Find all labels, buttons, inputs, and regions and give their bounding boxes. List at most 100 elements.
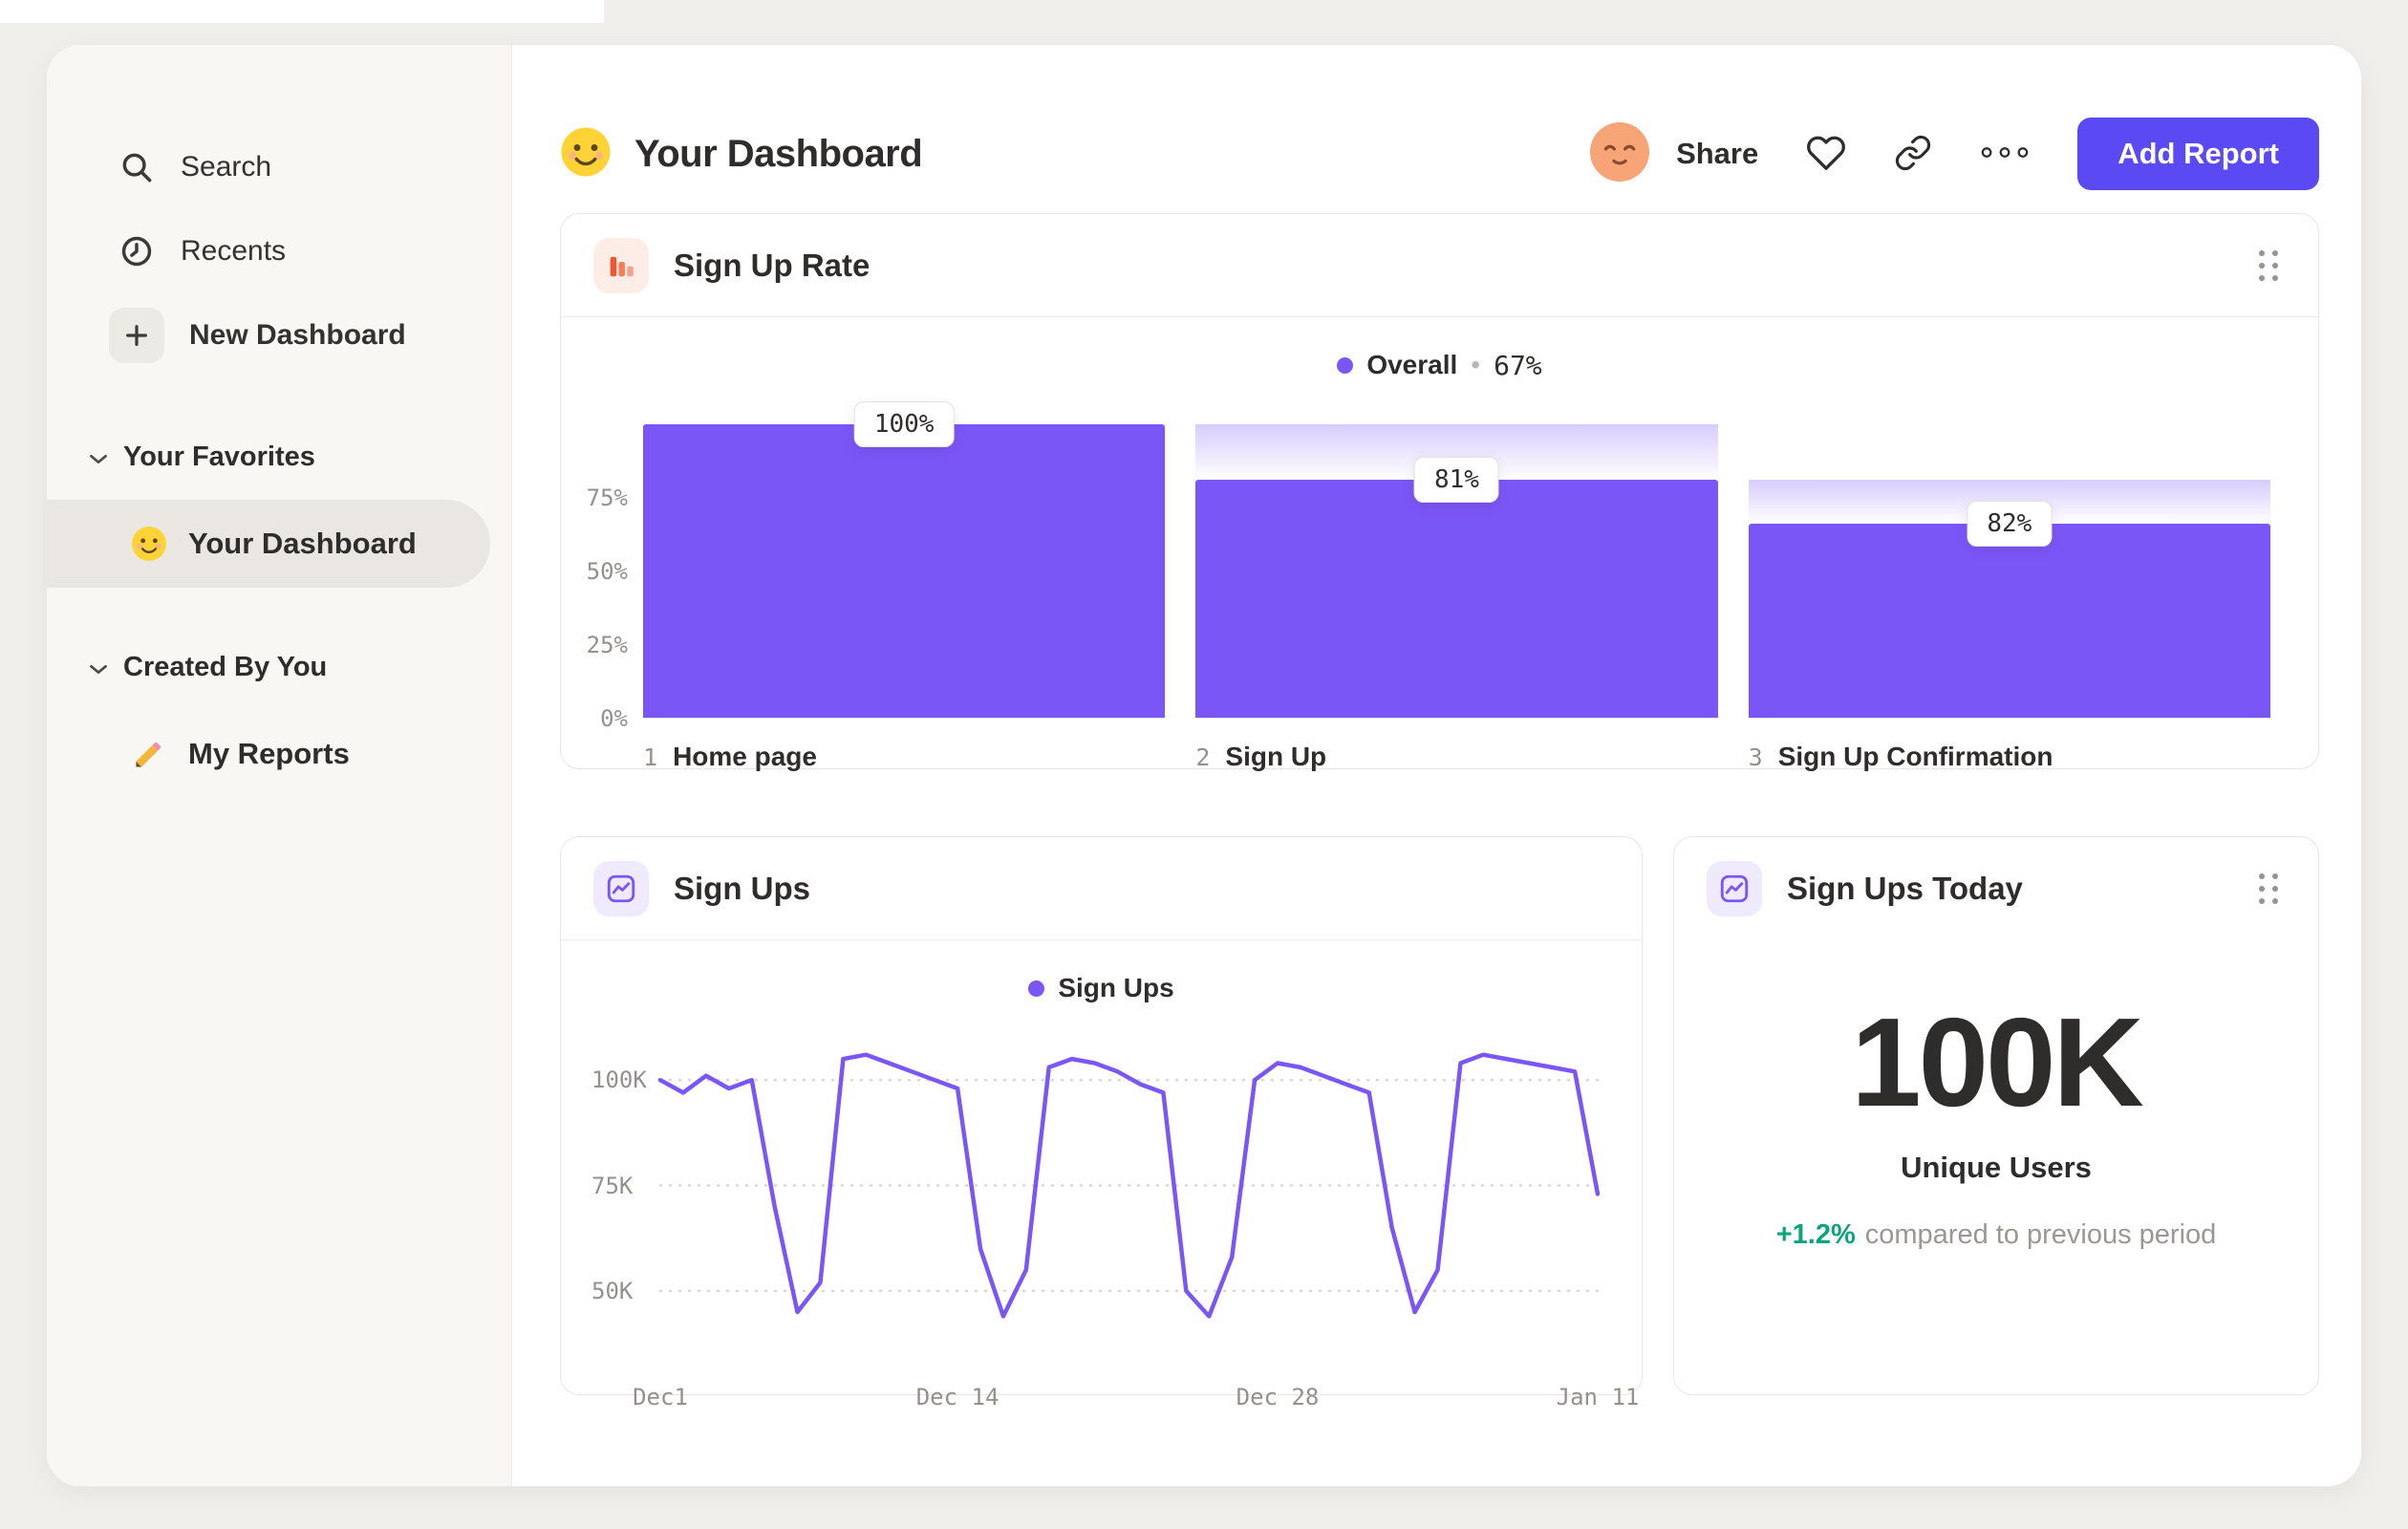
created-by-you-section-header[interactable]: Created By You <box>47 641 511 693</box>
step-index: 2 <box>1195 743 1211 771</box>
sign-ups-card-header: Sign Ups <box>561 837 1642 940</box>
line-chart-x-tick: Dec1 <box>633 1384 688 1411</box>
more-options-button[interactable] <box>1980 145 2030 162</box>
funnel-bar <box>643 424 1166 718</box>
dashboard-header: Your Dashboard Share Add Report <box>560 114 2319 194</box>
sidebar-item-my-reports[interactable]: My Reports <box>47 710 511 798</box>
sidebar-item-your-dashboard[interactable]: Your Dashboard <box>47 500 490 588</box>
share-label: Share <box>1676 137 1759 170</box>
kpi-delta: +1.2% compared to previous period <box>1674 1219 2318 1251</box>
link-icon <box>1894 134 1932 175</box>
chevron-down-icon <box>89 652 108 683</box>
sidebar-item-label: New Dashboard <box>189 319 406 351</box>
funnel-legend[interactable]: Overall • 67% <box>561 349 2318 381</box>
card-title: Sign Up Rate <box>674 247 871 283</box>
pencil-icon <box>131 736 167 772</box>
search-icon <box>118 148 156 186</box>
kpi-delta-note: compared to previous period <box>1864 1219 2217 1250</box>
window-edge-artifact <box>0 0 604 23</box>
drag-handle-icon[interactable] <box>2251 243 2286 289</box>
sidebar-section-favorites: Your Favorites Your Dashboard <box>47 431 511 588</box>
legend-label: Overall <box>1366 350 1458 379</box>
legend-dot <box>1337 356 1354 374</box>
step-index: 1 <box>643 743 658 771</box>
conversion-tooltip: 100% <box>853 401 955 447</box>
line-chart-x-tick: Dec 14 <box>915 1384 1000 1411</box>
sidebar-section-created-by-you: Created By You My Reports <box>47 641 511 798</box>
funnel-bar-step-2[interactable]: 81% <box>1195 424 1718 719</box>
plus-icon <box>109 308 164 363</box>
share-button[interactable]: Share <box>1590 121 1759 186</box>
main-content: Your Dashboard Share Add Report Sign Up … <box>512 45 2361 1486</box>
funnel-step-labels: 1 Home page 2 Sign Up 3 Sign Up Confirmation <box>643 742 2270 772</box>
conversion-tooltip: 82% <box>1967 501 2053 548</box>
legend-label: Sign Ups <box>1058 973 1174 1002</box>
funnel-y-tick: 0% <box>600 705 628 732</box>
line-chart-y-tick: 50K <box>591 1277 634 1304</box>
funnel-step-label: 3 Sign Up Confirmation <box>1749 742 2270 772</box>
legend-dot <box>1028 980 1045 997</box>
line-chart-x-axis: Dec1 Dec 14 Dec 28 Jan 11 <box>633 1384 1639 1418</box>
app-window: Search Recents New Dashboard Your Favori… <box>46 44 2362 1487</box>
step-name: Home page <box>673 742 817 771</box>
sign-ups-today-card: Sign Ups Today 100K Unique Users +1.2% co… <box>1673 836 2319 1395</box>
favorite-heart-button[interactable] <box>1806 133 1846 176</box>
funnel-y-tick: 25% <box>586 632 628 658</box>
card-title: Sign Ups <box>674 870 811 906</box>
sidebar-item-recents[interactable]: Recents <box>47 209 511 293</box>
funnel-bar-step-3[interactable]: 82% <box>1748 424 2270 719</box>
sidebar-item-search[interactable]: Search <box>47 125 511 209</box>
funnel-step-label: 2 Sign Up <box>1195 742 1717 772</box>
step-index: 3 <box>1748 743 1763 771</box>
smiley-icon <box>131 526 167 562</box>
sidebar: Search Recents New Dashboard Your Favori… <box>47 45 512 1486</box>
funnel-bar-step-1[interactable]: 100% <box>643 401 1166 719</box>
sign-ups-today-card-header: Sign Ups Today <box>1674 837 2318 940</box>
favorites-section-header[interactable]: Your Favorites <box>47 431 511 483</box>
sign-ups-line-chart[interactable]: 100K 75K 50K <box>580 1038 1613 1363</box>
sign-up-rate-card: Sign Up Rate Overall • 67% 75% 50% 25% 0% 1… <box>560 213 2319 772</box>
line-chart-x-tick: Dec 28 <box>1236 1384 1320 1411</box>
sidebar-item-label: Search <box>181 151 272 183</box>
step-name: Sign Up <box>1225 742 1327 771</box>
funnel-y-tick: 50% <box>586 558 628 585</box>
funnel-columns: 100% 81% 82% <box>643 401 2270 719</box>
line-chart-x-tick: Jan 11 <box>1556 1384 1640 1411</box>
sidebar-item-label: My Reports <box>188 737 350 770</box>
funnel-bar <box>1195 480 1718 718</box>
line-chart-svg <box>660 1038 1598 1363</box>
funnel-y-tick: 75% <box>586 485 628 511</box>
copy-link-button[interactable] <box>1894 134 1932 175</box>
legend-separator: • <box>1471 350 1481 379</box>
drag-handle-icon[interactable] <box>2251 866 2286 912</box>
conversion-tooltip: 81% <box>1414 457 1499 504</box>
line-chart-y-tick: 100K <box>591 1066 647 1094</box>
legend-value: 67% <box>1494 349 1542 381</box>
sign-up-rate-card-header: Sign Up Rate <box>561 214 2318 317</box>
line-chart-icon <box>1707 861 1762 916</box>
kpi-delta-value: +1.2% <box>1775 1219 1856 1250</box>
dashboard-title-group: Your Dashboard <box>560 126 923 183</box>
ellipsis-icon <box>1980 145 2030 162</box>
kpi-value: 100K <box>1851 992 2144 1132</box>
line-legend[interactable]: Sign Ups <box>561 973 1642 1003</box>
header-actions: Share Add Report <box>1590 118 2319 190</box>
page-title: Your Dashboard <box>634 132 923 175</box>
heart-icon <box>1806 133 1846 176</box>
card-title: Sign Ups Today <box>1787 871 2023 906</box>
funnel-bar <box>1748 524 2270 718</box>
funnel-step-label: 1 Home page <box>643 742 1165 772</box>
clock-icon <box>118 232 156 270</box>
add-report-button[interactable]: Add Report <box>2077 118 2319 190</box>
line-chart-y-tick: 75K <box>591 1172 634 1199</box>
chevron-down-icon <box>89 441 108 473</box>
sign-ups-card: Sign Ups Sign Ups 100K 75K 50K Dec1 Dec 14 D… <box>560 836 1643 1411</box>
funnel-chart-icon <box>593 237 649 293</box>
avatar[interactable] <box>1590 121 1650 186</box>
kpi-metric-label: Unique Users <box>1901 1151 2092 1184</box>
section-title: Your Favorites <box>123 441 315 472</box>
sidebar-item-new-dashboard[interactable]: New Dashboard <box>47 293 511 377</box>
smiley-icon <box>560 126 612 183</box>
funnel-chart: 75% 50% 25% 0% 100% 81% 82% <box>561 401 2318 732</box>
bottom-cards-row: Sign Ups Sign Ups 100K 75K 50K Dec1 Dec 14 D… <box>560 836 2319 1411</box>
